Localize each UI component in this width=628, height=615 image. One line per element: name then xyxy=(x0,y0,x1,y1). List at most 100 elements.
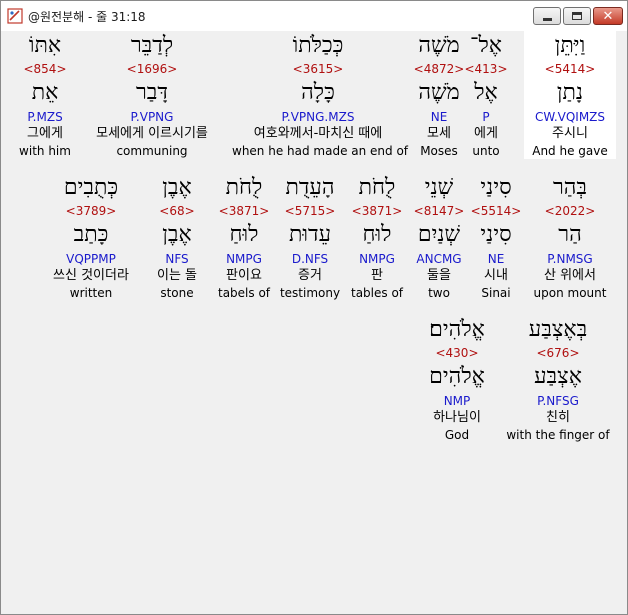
maximize-button[interactable] xyxy=(563,7,591,25)
hebrew-word: לְדַבֵּר xyxy=(130,33,174,58)
hebrew-root: שְׁנַיִם xyxy=(417,222,461,247)
word-card[interactable]: אֶבֶן <68> אֶבֶן NFS 이는 돌 stone xyxy=(144,173,210,301)
strong-number: <854> xyxy=(23,62,67,76)
english-gloss: tables of xyxy=(350,286,404,300)
strong-number: <5715> xyxy=(284,204,336,218)
morphology-code: P.NFSG xyxy=(537,394,579,408)
english-gloss: testimony xyxy=(279,286,341,300)
hebrew-word: מֹשֶׁה xyxy=(418,33,460,58)
word-card[interactable]: מֹשֶׁה <4872> מֹשֶׁה NE 모세 Moses xyxy=(398,31,480,159)
hebrew-word: וַיִּתֵּן xyxy=(554,33,586,58)
word-card[interactable]: וַיִּתֵּן <5414> נָתַן CW.VQIMZS 주시니 And… xyxy=(524,31,616,159)
hebrew-word: כְּתֻבִים xyxy=(63,175,119,200)
hebrew-root: מֹשֶׁה xyxy=(418,80,460,105)
strong-number: <4872> xyxy=(413,62,465,76)
korean-gloss: 이는 돌 xyxy=(156,268,197,283)
english-gloss: communing xyxy=(116,144,188,158)
hebrew-root: אֶבֶן xyxy=(162,222,192,247)
korean-gloss: 모세에게 이르시기를 xyxy=(96,126,208,141)
morphology-code: NE xyxy=(487,252,505,266)
english-gloss: written xyxy=(69,286,113,300)
word-card[interactable]: אֱלֹהִים׃ <430> אֱלֹהִים NMP 하나님이 God xyxy=(412,315,502,443)
minimize-icon xyxy=(542,17,552,21)
strong-number: <68> xyxy=(159,204,195,218)
english-gloss: And he gave xyxy=(532,144,608,158)
strong-number: <430> xyxy=(435,346,479,360)
morphology-code: VQPPMP xyxy=(66,252,116,266)
english-gloss: stone xyxy=(160,286,194,300)
word-card[interactable]: בְּאֶצְבַּע <676> אֶצְבַּע P.NFSG 친히 wit… xyxy=(498,315,618,443)
strong-number: <3871> xyxy=(218,204,270,218)
strong-number: <5514> xyxy=(470,204,522,218)
word-card[interactable]: כְּתֻבִים <3789> כָּתַב VQPPMP 쓰신 것이더라 w… xyxy=(38,173,144,301)
strong-number: <3789> xyxy=(65,204,117,218)
hebrew-word: לֻחֹת xyxy=(225,175,263,200)
morphology-code: NMP xyxy=(443,394,471,408)
hebrew-root: לוּחַ xyxy=(362,222,392,247)
morphology-code: D.NFS xyxy=(291,252,329,266)
hebrew-word: בְּאֶצְבַּע xyxy=(528,317,588,342)
hebrew-word: אֶבֶן xyxy=(162,175,192,200)
korean-gloss: 여호와께서-마치신 때에 xyxy=(253,126,383,141)
maximize-icon xyxy=(572,12,582,20)
korean-gloss: 시내 xyxy=(484,268,508,283)
korean-gloss: 하나님이 xyxy=(433,410,481,425)
korean-gloss: 주시니 xyxy=(552,126,588,141)
morphology-code: P.VPNG xyxy=(130,110,174,124)
hebrew-word: סִינַי xyxy=(480,175,512,200)
word-analysis-panel: וַיִּתֵּן <5414> נָתַן CW.VQIMZS 주시니 And… xyxy=(4,31,626,613)
hebrew-root: לוּחַ xyxy=(229,222,259,247)
korean-gloss: 판이요 xyxy=(226,268,262,283)
korean-gloss: 판 xyxy=(371,268,383,283)
window-title: @원전분해 - 줄 31:18 xyxy=(28,9,146,24)
morphology-code: NMPG xyxy=(226,252,262,266)
morphology-code: ANCMG xyxy=(416,252,462,266)
english-gloss: Moses xyxy=(420,144,458,158)
close-button[interactable]: ✕ xyxy=(593,7,623,25)
english-gloss: tabels of xyxy=(217,286,271,300)
hebrew-root: עֵדוּת xyxy=(288,222,332,247)
morphology-code: NE xyxy=(430,110,448,124)
morphology-code: P.VPNG.MZS xyxy=(281,110,355,124)
english-gloss: with him xyxy=(19,144,71,158)
strong-number: <5414> xyxy=(544,62,596,76)
hebrew-word: אִתּוֹ xyxy=(28,33,62,58)
korean-gloss: 쓰신 것이더라 xyxy=(53,268,129,283)
word-card[interactable]: לֻחֹת <3871> לוּחַ NMPG 판이요 tabels of xyxy=(210,173,278,301)
english-gloss: with the finger of xyxy=(506,428,610,442)
hebrew-root: אֵת xyxy=(31,80,59,105)
minimize-button[interactable] xyxy=(533,7,561,25)
word-card[interactable]: אִתּוֹ <854> אֵת P.MZS 그에게 with him xyxy=(14,31,76,159)
korean-gloss: 모세 xyxy=(427,126,451,141)
english-gloss: God xyxy=(444,428,470,442)
korean-gloss: 둘을 xyxy=(427,268,451,283)
word-card[interactable]: סִינַי <5514> סִינַי NE 시내 Sinai xyxy=(464,173,528,301)
word-card[interactable]: הָעֵדֻת <5715> עֵדוּת D.NFS 증거 testimony xyxy=(274,173,346,301)
strong-number: <676> xyxy=(536,346,580,360)
app-icon[interactable] xyxy=(7,8,23,24)
word-card[interactable]: לְדַבֵּר <1696> דָּבַר P.VPNG 모세에게 이르시기를… xyxy=(82,31,222,159)
morphology-code: NMPG xyxy=(359,252,395,266)
word-card[interactable]: כְּכַלֹּתוֹ <3615> כָּלָה P.VPNG.MZS 여호와… xyxy=(232,31,409,159)
title-bar[interactable]: @원전분해 - 줄 31:18 ✕ xyxy=(1,1,627,31)
strong-number: <3871> xyxy=(351,204,403,218)
english-gloss: two xyxy=(428,286,450,300)
morphology-code: P.MZS xyxy=(27,110,63,124)
hebrew-root: כָּתַב xyxy=(73,222,109,247)
english-gloss: Sinai xyxy=(481,286,511,300)
strong-number: <3615> xyxy=(292,62,344,76)
english-gloss: when he had made an end of xyxy=(232,144,409,158)
window-controls: ✕ xyxy=(533,7,623,25)
hebrew-root: סִינַי xyxy=(480,222,512,247)
word-card[interactable]: לֻחֹת <3871> לוּחַ NMPG 판 tables of xyxy=(344,173,410,301)
hebrew-word: לֻחֹת xyxy=(358,175,396,200)
morphology-code: NFS xyxy=(165,252,189,266)
korean-gloss: 그에게 xyxy=(27,126,63,141)
close-icon: ✕ xyxy=(602,8,614,24)
hebrew-word: שְׁנֵי xyxy=(424,175,454,200)
hebrew-word: כְּכַלֹּתוֹ xyxy=(292,33,344,58)
korean-gloss: 친히 xyxy=(546,410,570,425)
word-card[interactable]: שְׁנֵי <8147> שְׁנַיִם ANCMG 둘을 two xyxy=(406,173,472,301)
hebrew-root: דָּבַר xyxy=(136,80,168,105)
korean-gloss: 증거 xyxy=(298,268,322,283)
